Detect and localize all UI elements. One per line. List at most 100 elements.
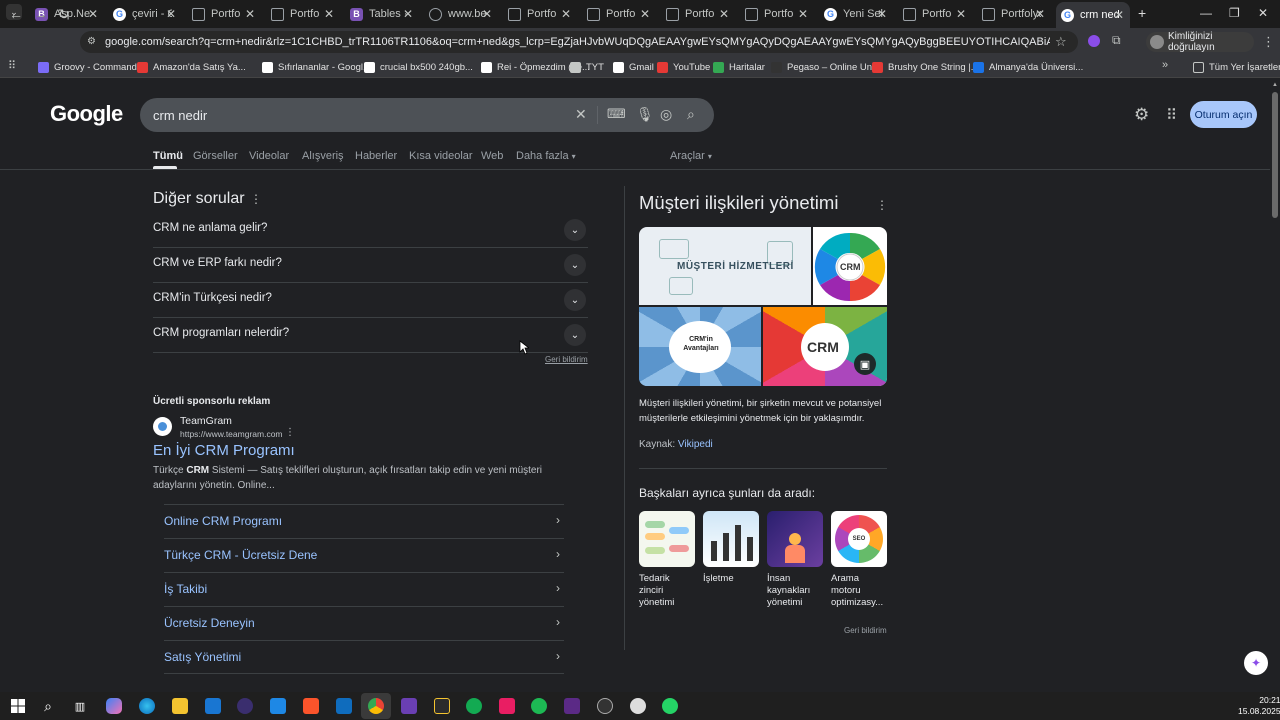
tab-close-icon[interactable]: ✕ bbox=[482, 7, 492, 21]
tab-close-icon[interactable]: ✕ bbox=[1035, 7, 1045, 21]
bookmark-item[interactable]: Amazon'da Satış Ya... bbox=[137, 60, 246, 74]
browser-tab[interactable]: Portfo ✕ bbox=[187, 4, 261, 24]
kp-image-crm-advantages[interactable]: CRM'in Avantajları bbox=[639, 307, 761, 386]
taskbar-clock[interactable]: 20:21 15.08.2025 bbox=[1238, 695, 1280, 717]
chevron-down-icon[interactable]: ⌄ bbox=[564, 254, 586, 276]
tab-close-icon[interactable]: ✕ bbox=[88, 7, 98, 21]
bookmark-item[interactable]: Brushy One String |... bbox=[872, 60, 979, 74]
tab-web[interactable]: Web bbox=[481, 150, 503, 162]
minimize-icon[interactable]: — bbox=[1200, 6, 1212, 20]
bookmark-item[interactable]: crucial bx500 240gb... bbox=[364, 60, 473, 74]
related-search-item[interactable]: İnsan kaynakları yönetimi bbox=[767, 511, 823, 609]
browser-tab[interactable]: Gçeviri - G ✕ bbox=[108, 4, 182, 24]
question-item[interactable]: CRM'in Türkçesi nedir? ⌄ bbox=[153, 283, 588, 318]
browser-tab[interactable]: BTables · B✕ bbox=[345, 4, 419, 24]
feedback-link[interactable]: Geri bildirim bbox=[844, 626, 887, 635]
bookmark-item[interactable]: Groovy - Commands bbox=[38, 60, 142, 74]
restore-icon[interactable]: ❐ bbox=[1229, 6, 1240, 20]
bookmark-item[interactable]: TYT bbox=[570, 60, 604, 74]
tab-shopping[interactable]: Alışveriş bbox=[302, 150, 344, 162]
bookmark-item[interactable]: Haritalar bbox=[713, 60, 765, 74]
kp-image-crm-circle[interactable]: CRM ▣ bbox=[763, 307, 887, 386]
sitelink[interactable]: Türkçe CRM - Ücretsiz Dene › bbox=[164, 538, 564, 572]
bookmark-item[interactable]: Almanya'da Üniversi... bbox=[973, 60, 1083, 74]
browser-menu-icon[interactable]: ⋮ bbox=[1262, 34, 1275, 50]
back-icon[interactable]: ← bbox=[9, 6, 23, 22]
profile-button[interactable]: Kimliğinizi doğrulayın bbox=[1146, 31, 1254, 53]
app-dark-icon[interactable] bbox=[597, 698, 613, 714]
spotify-icon[interactable] bbox=[531, 698, 547, 714]
windows-start-icon[interactable] bbox=[10, 698, 26, 714]
scroll-up-arrow-icon[interactable]: ▲ bbox=[1272, 82, 1278, 88]
tab-videos[interactable]: Videolar bbox=[249, 150, 289, 162]
browser-tab[interactable]: Gcrm nedi ✕ bbox=[1056, 2, 1130, 28]
tab-close-icon[interactable]: ✕ bbox=[956, 7, 966, 21]
tab-images[interactable]: Görseller bbox=[193, 150, 238, 162]
kp-options-icon[interactable]: ⋮ bbox=[876, 198, 888, 212]
tab-close-icon[interactable]: ✕ bbox=[798, 7, 808, 21]
lens-icon[interactable]: ◎ bbox=[660, 106, 672, 123]
search-icon[interactable]: ⌕ bbox=[687, 106, 695, 123]
tab-more[interactable]: Daha fazla ▾ bbox=[516, 150, 576, 162]
ad-options-icon[interactable]: ⋮ bbox=[285, 427, 295, 438]
bookmark-item[interactable]: Gmail bbox=[613, 60, 654, 74]
sitelink[interactable]: İş Takibi › bbox=[164, 572, 564, 606]
tab-news[interactable]: Haberler bbox=[355, 150, 397, 162]
bookmark-item[interactable]: Sıfırlananlar - Googl... bbox=[262, 60, 371, 74]
app-yellow-icon[interactable] bbox=[434, 698, 450, 714]
forward-icon[interactable]: → bbox=[34, 6, 48, 22]
bookmarks-overflow-icon[interactable]: » bbox=[1162, 59, 1168, 71]
browser-tab[interactable]: Portfo ✕ bbox=[266, 4, 340, 24]
sitelink[interactable]: Satış Yönetimi › bbox=[164, 640, 564, 674]
browser-tab[interactable]: Portfo ✕ bbox=[898, 4, 972, 24]
browser-tab[interactable]: Portfo ✕ bbox=[582, 4, 656, 24]
taskbar-search-icon[interactable]: ⌕ bbox=[40, 698, 56, 714]
chevron-down-icon[interactable]: ⌄ bbox=[564, 289, 586, 311]
clear-search-icon[interactable]: ✕ bbox=[575, 106, 587, 123]
related-search-item[interactable]: Tedarik zinciri yönetimi bbox=[639, 511, 695, 609]
related-search-item[interactable]: SEO Arama motoru optimizasy... bbox=[831, 511, 887, 609]
tab-close-icon[interactable]: ✕ bbox=[245, 7, 255, 21]
search-box[interactable] bbox=[140, 98, 714, 132]
browser-tab[interactable]: Portfo ✕ bbox=[740, 4, 814, 24]
browser-tab[interactable]: www.be ✕ bbox=[424, 4, 498, 24]
google-apps-icon[interactable]: ⠿ bbox=[1166, 106, 1177, 124]
google-logo[interactable]: Google bbox=[50, 101, 123, 127]
app-game-icon[interactable] bbox=[630, 698, 646, 714]
search-input[interactable]: crm nedir bbox=[153, 108, 207, 123]
related-search-item[interactable]: İşletme bbox=[703, 511, 759, 585]
browser-tab[interactable]: Portfo ✕ bbox=[503, 4, 577, 24]
kp-image-crm-wheel[interactable]: CRM bbox=[813, 227, 887, 305]
voice-search-icon[interactable]: 🎙 bbox=[636, 106, 654, 123]
tab-close-icon[interactable]: ✕ bbox=[403, 7, 413, 21]
image-gallery-icon[interactable]: ▣ bbox=[854, 353, 876, 375]
tab-close-icon[interactable]: ✕ bbox=[877, 7, 887, 21]
browser-tab[interactable]: G Yeni Sek ✕ bbox=[819, 4, 893, 24]
outlook-icon[interactable] bbox=[336, 698, 352, 714]
whatsapp-icon[interactable] bbox=[662, 698, 678, 714]
sitelink[interactable]: Ücretsiz Deneyin › bbox=[164, 606, 564, 640]
tools-button[interactable]: Araçlar ▾ bbox=[670, 150, 712, 162]
tab-close-icon[interactable]: ✕ bbox=[324, 7, 334, 21]
bookmark-item[interactable]: Pegaso – Online Uni... bbox=[771, 60, 882, 74]
copilot-icon[interactable] bbox=[106, 698, 122, 714]
url-text[interactable]: google.com/search?q=crm+nedir&rlz=1C1CHB… bbox=[105, 36, 1050, 48]
ad-title-link[interactable]: En İyi CRM Programı bbox=[153, 442, 295, 459]
reload-icon[interactable]: ↻ bbox=[58, 6, 70, 23]
advertiser-url[interactable]: https://www.teamgram.com bbox=[180, 429, 283, 439]
question-item[interactable]: CRM ne anlama gelir? ⌄ bbox=[153, 213, 588, 248]
bookmark-star-icon[interactable]: ☆ bbox=[1055, 34, 1067, 50]
sitelink[interactable]: Online CRM Programı › bbox=[164, 504, 564, 538]
tab-close-icon[interactable]: ✕ bbox=[719, 7, 729, 21]
browser-tab[interactable]: Portfolyo ✕ bbox=[977, 4, 1051, 24]
vscode-icon[interactable] bbox=[270, 698, 286, 714]
settings-gear-icon[interactable]: ⚙ bbox=[1134, 105, 1149, 125]
more-options-icon[interactable]: ⋮ bbox=[250, 192, 262, 206]
new-tab-button[interactable]: + bbox=[1138, 5, 1146, 21]
tab-close-icon[interactable]: ✕ bbox=[561, 7, 571, 21]
feedback-link[interactable]: Geri bildirim bbox=[545, 355, 588, 364]
visual-studio-icon[interactable] bbox=[401, 698, 417, 714]
gemini-icon[interactable]: ✦ bbox=[1244, 651, 1268, 675]
site-info-icon[interactable]: ⚙ bbox=[87, 36, 96, 47]
wikipedia-link[interactable]: Vikipedi bbox=[678, 439, 713, 450]
